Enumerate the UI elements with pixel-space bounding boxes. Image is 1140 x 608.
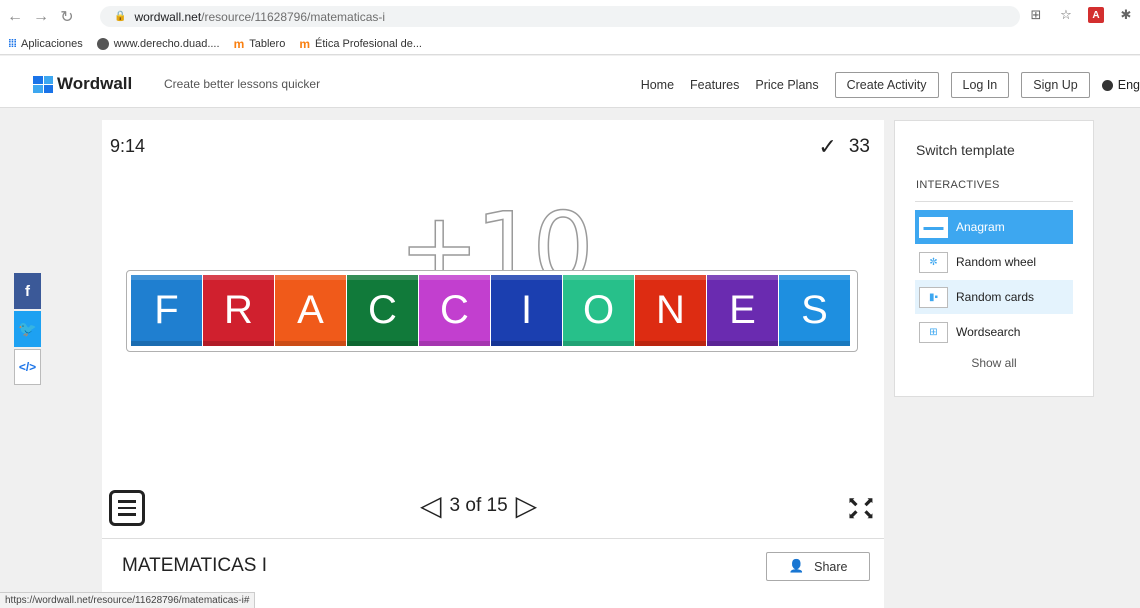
site-header: Wordwall Create better lessons quicker H… [0,56,1140,108]
create-activity-button[interactable]: Create Activity [834,72,939,98]
anagram-word-frame: FRACCIONES [126,270,858,352]
wordwall-logo-icon [33,75,53,93]
letter-tile[interactable]: R [203,275,274,346]
tagline: Create better lessons quicker [164,77,321,91]
bookmark-label: Aplicaciones [21,37,83,50]
extensions: ⊞ ☆ A ✱ [1028,7,1140,23]
bookmark-label: Ética Profesional de... [314,37,422,50]
letter-tile[interactable]: N [635,275,706,346]
template-anagram[interactable]: ▬▬ Anagram [915,210,1073,244]
browser-toolbar: ← → ↻ 🔒 wordwall.net/resource/11628796/m… [0,0,1140,33]
back-icon[interactable]: ← [4,6,26,28]
login-button[interactable]: Log In [950,72,1010,98]
letter-tiles: FRACCIONES [131,275,850,346]
template-label: Random cards [956,290,1035,304]
url-path: /resource/11628796/matematicas-i [201,9,386,24]
twitter-icon[interactable]: 🐦 [14,311,41,347]
show-all-link[interactable]: Show all [895,356,1093,370]
pdf-icon[interactable]: A [1088,7,1104,23]
globe-icon [1101,79,1113,91]
letter-tile[interactable]: O [563,275,634,346]
score-value: 33 [848,136,870,157]
activity-player: 9:14 ✓ 33 +10 FRACCIONES ◁ 3 of 15 ▷ ⬉ ⬈… [102,120,884,538]
section-label: INTERACTIVES [916,179,1000,191]
check-icon: ✓ [818,134,837,159]
template-random-cards[interactable]: ▮▪ Random cards [915,280,1073,314]
template-random-wheel[interactable]: ✼ Random wheel [915,245,1073,279]
globe-icon [96,37,109,50]
letter-tile[interactable]: S [779,275,850,346]
fullscreen-icon[interactable]: ⬉ ⬈ ⬋ ⬊ [848,495,874,522]
bookmark-label: Tablero [249,37,286,50]
letter-tile[interactable]: C [419,275,490,346]
moodle-icon: m [233,36,245,51]
share-label: Share [814,559,848,574]
letter-tile[interactable]: F [131,275,202,346]
user-icon: 👤 [788,559,805,573]
bookmark-apps[interactable]: ⁞⁞⁞ Aplicaciones [8,38,83,50]
facebook-icon[interactable]: f [14,273,41,309]
bookmark-label: www.derecho.duad.... [113,37,220,50]
status-url: https://wordwall.net/resource/11628796/m… [0,592,256,608]
language-selector[interactable]: Eng [1101,78,1140,92]
template-label: Random wheel [956,255,1037,269]
address-bar[interactable]: 🔒 wordwall.net/resource/11628796/matemat… [100,6,1020,27]
pager: ◁ 3 of 15 ▷ [420,492,537,520]
anagram-icon: ▬▬ [919,216,948,238]
letter-tile[interactable]: C [347,275,418,346]
timer: 9:14 [110,136,146,156]
prev-arrow-icon[interactable]: ◁ [420,492,442,520]
moodle-icon: m [299,36,310,51]
letter-tile[interactable]: I [491,275,562,346]
bookmark-etica[interactable]: m Ética Profesional de... [299,37,422,51]
switch-template-panel: Switch template INTERACTIVES ▬▬ Anagram … [894,120,1094,397]
top-nav: Home Features Price Plans Create Activit… [641,72,1140,98]
nav-features[interactable]: Features [690,78,739,92]
wordsearch-icon: ⊞ [919,321,948,343]
bookmark-tablero[interactable]: m Tablero [234,37,286,51]
panel-heading: Switch template [916,142,1015,158]
menu-icon[interactable] [109,490,145,526]
cards-icon: ▮▪ [919,286,948,308]
bookmarks-bar: ⁞⁞⁞ Aplicaciones www.derecho.duad.... m … [0,33,1140,55]
letter-tile[interactable]: E [707,275,778,346]
template-wordsearch[interactable]: ⊞ Wordsearch [915,315,1073,349]
template-label: Anagram [956,220,1005,234]
lock-icon: 🔒 [114,11,127,22]
forward-icon[interactable]: → [30,6,52,28]
translate-icon[interactable]: ⊞ [1028,7,1044,23]
url-host: wordwall.net [134,9,202,24]
apps-icon: ⁞⁞⁞ [8,37,17,50]
resource-title: MATEMATICAS I [122,555,267,576]
score: ✓ 33 [818,134,870,160]
page-indicator: 3 of 15 [449,495,508,516]
nav-home[interactable]: Home [641,78,674,92]
wordwall-logo[interactable]: Wordwall [33,74,132,94]
puzzle-icon[interactable]: ✱ [1118,7,1134,23]
divider [915,201,1073,202]
logo-text: Wordwall [57,74,133,93]
wheel-icon: ✼ [919,251,948,273]
embed-icon[interactable]: </> [14,349,41,385]
letter-tile[interactable]: A [275,275,346,346]
template-list: ▬▬ Anagram ✼ Random wheel ▮▪ Random card… [915,210,1073,350]
star-icon[interactable]: ☆ [1058,7,1074,23]
bookmark-derecho[interactable]: www.derecho.duad.... [96,37,220,50]
reload-icon[interactable]: ↻ [56,6,78,28]
nav-price-plans[interactable]: Price Plans [755,78,818,92]
next-arrow-icon[interactable]: ▷ [516,492,538,520]
language-label: Eng [1117,78,1140,92]
share-button[interactable]: 👤 Share [766,552,870,581]
signup-button[interactable]: Sign Up [1021,72,1090,98]
template-label: Wordsearch [956,325,1021,339]
social-share-bar: f 🐦 </> [14,273,41,387]
